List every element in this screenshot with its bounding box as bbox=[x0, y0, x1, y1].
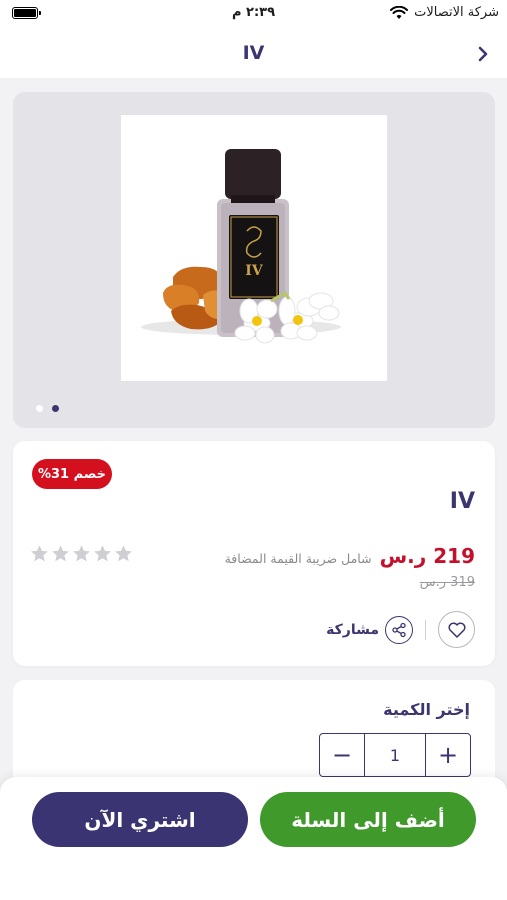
star-icon[interactable] bbox=[114, 544, 133, 563]
product-image: IV bbox=[121, 115, 387, 381]
star-icon[interactable] bbox=[93, 544, 112, 563]
product-info-card: خصم 31% IV 219 ر.س شامل ضريبة القيمة الم… bbox=[13, 441, 495, 666]
share-button[interactable]: مشاركة bbox=[326, 615, 413, 644]
app-header: IV bbox=[0, 30, 507, 78]
page-title: IV bbox=[242, 42, 265, 64]
discount-badge: خصم 31% bbox=[32, 459, 112, 489]
star-icon[interactable] bbox=[51, 544, 70, 563]
status-bar: ٢:٣٩ م شركة الاتصالات bbox=[0, 0, 507, 30]
current-price: 219 ر.س bbox=[379, 544, 475, 568]
carrier-info: شركة الاتصالات bbox=[390, 5, 499, 20]
buy-now-button[interactable]: اشتري الآن bbox=[32, 792, 248, 847]
add-to-cart-button[interactable]: أضف إلى السلة bbox=[260, 792, 476, 847]
vat-note: شامل ضريبة القيمة المضافة bbox=[224, 551, 372, 566]
back-chevron-icon[interactable] bbox=[473, 44, 493, 64]
share-icon bbox=[385, 615, 413, 644]
carrier-name: شركة الاتصالات bbox=[414, 5, 499, 20]
favorite-button[interactable] bbox=[438, 611, 475, 648]
star-icon[interactable] bbox=[30, 544, 49, 563]
gallery-pagination[interactable] bbox=[36, 405, 59, 412]
divider bbox=[425, 619, 426, 640]
pagination-dot-active[interactable] bbox=[52, 405, 59, 412]
product-actions: مشاركة bbox=[326, 611, 475, 648]
quantity-title: إختر الكمية bbox=[383, 700, 470, 719]
wifi-icon bbox=[390, 5, 409, 19]
bottom-action-bar: اشتري الآن أضف إلى السلة bbox=[0, 777, 507, 900]
price-row: 219 ر.س شامل ضريبة القيمة المضافة bbox=[225, 544, 475, 568]
heart-icon bbox=[448, 622, 465, 638]
quantity-stepper[interactable]: − 1 + bbox=[319, 733, 471, 777]
pagination-dot[interactable] bbox=[36, 405, 43, 412]
rating-stars[interactable] bbox=[30, 544, 133, 563]
quantity-value[interactable]: 1 bbox=[364, 734, 426, 776]
increase-button[interactable]: + bbox=[426, 734, 470, 776]
product-name: IV bbox=[449, 489, 475, 514]
share-label: مشاركة bbox=[326, 621, 379, 638]
star-icon[interactable] bbox=[72, 544, 91, 563]
svg-text:IV: IV bbox=[245, 263, 264, 279]
decrease-button[interactable]: − bbox=[320, 734, 364, 776]
product-gallery[interactable]: IV bbox=[13, 92, 495, 428]
old-price: 319 ر.س bbox=[419, 575, 475, 590]
